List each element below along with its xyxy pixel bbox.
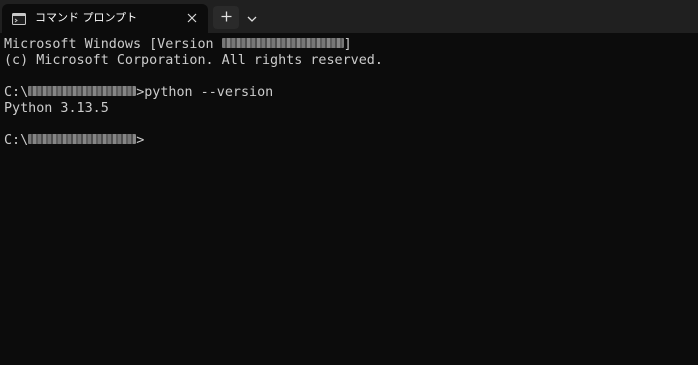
- prompt-drive: C:\: [4, 133, 29, 148]
- redacted-version-number: [221, 37, 344, 48]
- terminal-window: コマンド プロンプト Microsoft Windows [Version] …: [0, 0, 698, 365]
- terminal-icon: [12, 12, 26, 25]
- command-text: >python --version: [136, 85, 274, 100]
- redacted-user-path: [28, 85, 137, 96]
- redacted-user-path: [28, 133, 137, 144]
- terminal-line-copyright: (c) Microsoft Corporation. All rights re…: [4, 53, 383, 68]
- title-bar: コマンド プロンプト: [0, 0, 698, 33]
- chevron-down-icon: [247, 9, 257, 27]
- close-icon[interactable]: [184, 10, 200, 26]
- prompt-symbol: >: [136, 133, 145, 148]
- terminal-output[interactable]: Microsoft Windows [Version ] (c) Microso…: [0, 33, 698, 365]
- version-text: Microsoft Windows [Version: [4, 37, 222, 52]
- tab-command-prompt[interactable]: コマンド プロンプト: [2, 4, 208, 33]
- terminal-line-prompt: C:\ >: [4, 133, 144, 149]
- new-tab-button[interactable]: [213, 6, 239, 29]
- version-bracket: ]: [343, 37, 352, 52]
- tab-dropdown-button[interactable]: [243, 6, 261, 29]
- terminal-line-output: Python 3.13.5: [4, 101, 109, 116]
- terminal-line-version: Microsoft Windows [Version ]: [4, 37, 352, 53]
- terminal-line-command: C:\ >python --version: [4, 85, 273, 101]
- tab-title: コマンド プロンプト: [35, 11, 138, 24]
- plus-icon: [221, 9, 232, 27]
- prompt-drive: C:\: [4, 85, 29, 100]
